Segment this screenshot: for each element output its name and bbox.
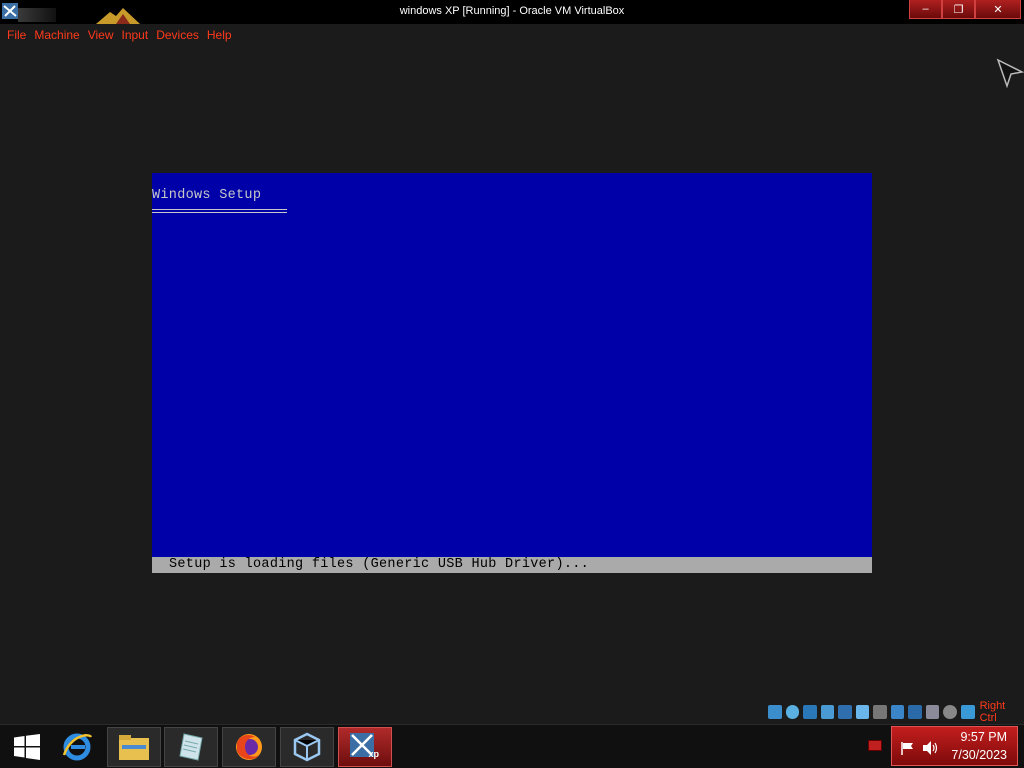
vm-xp-badge: XP bbox=[368, 749, 379, 759]
menu-view[interactable]: View bbox=[88, 28, 114, 42]
audio-icon[interactable] bbox=[803, 705, 817, 719]
taskbar-vm-windows-xp[interactable]: XP bbox=[338, 727, 392, 767]
setup-status-bar: Setup is loading files (Generic USB Hub … bbox=[152, 557, 872, 573]
mouse-integration-icon[interactable] bbox=[943, 705, 958, 719]
start-button[interactable] bbox=[0, 727, 54, 767]
menu-file[interactable]: File bbox=[7, 28, 26, 42]
clock-date: 7/30/2023 bbox=[951, 748, 1007, 762]
usb-icon[interactable] bbox=[838, 705, 852, 719]
network-icon[interactable] bbox=[820, 705, 835, 719]
taskbar-virtualbox[interactable] bbox=[280, 727, 334, 767]
notepad-icon bbox=[179, 733, 203, 761]
display-icon[interactable] bbox=[873, 705, 887, 719]
menu-devices[interactable]: Devices bbox=[156, 28, 199, 42]
firefox-icon bbox=[236, 734, 262, 760]
optical-drive-icon[interactable] bbox=[785, 705, 800, 719]
menu-bar: File Machine View Input Devices Help bbox=[0, 24, 1024, 46]
setup-title-underline bbox=[152, 209, 287, 213]
vbox-status-bar: Right Ctrl bbox=[768, 700, 1024, 724]
taskbar-file-explorer[interactable] bbox=[107, 727, 161, 767]
action-center-flag-icon[interactable] bbox=[900, 741, 914, 755]
vm-display[interactable]: Windows Setup Setup is loading files (Ge… bbox=[152, 173, 872, 573]
keyboard-icon[interactable] bbox=[961, 705, 975, 719]
mouse-pointer-icon bbox=[996, 58, 1024, 88]
recording-icon[interactable] bbox=[908, 705, 922, 719]
file-explorer-icon bbox=[119, 735, 149, 760]
setup-title: Windows Setup bbox=[152, 188, 262, 203]
menu-input[interactable]: Input bbox=[122, 28, 149, 42]
hard-disk-icon[interactable] bbox=[768, 705, 782, 719]
taskbar-notepad[interactable] bbox=[164, 727, 218, 767]
taskbar: XP 9:57 PM 7/30/2023 bbox=[0, 724, 1024, 768]
shared-folders-icon[interactable] bbox=[855, 705, 870, 719]
cpu-icon[interactable] bbox=[925, 705, 940, 719]
video-capture-icon[interactable] bbox=[890, 705, 905, 719]
menu-help[interactable]: Help bbox=[207, 28, 232, 42]
taskbar-firefox[interactable] bbox=[222, 727, 276, 767]
host-key-label: Right Ctrl bbox=[979, 700, 1006, 724]
taskbar-internet-explorer[interactable] bbox=[50, 727, 104, 767]
virtualbox-window: windows XP [Running] - Oracle VM Virtual… bbox=[0, 0, 1024, 768]
window-title: windows XP [Running] - Oracle VM Virtual… bbox=[399, 5, 625, 17]
menu-machine[interactable]: Machine bbox=[34, 28, 79, 42]
clock-time: 9:57 PM bbox=[960, 730, 1007, 744]
volume-icon[interactable] bbox=[922, 740, 940, 756]
minimize-button[interactable]: ‒ bbox=[909, 0, 942, 19]
maximize-button[interactable]: ❐ bbox=[942, 0, 975, 19]
setup-status-text: Setup is loading files (Generic USB Hub … bbox=[169, 557, 590, 572]
window-controls: ‒ ❐ ✕ bbox=[909, 0, 1021, 19]
close-button[interactable]: ✕ bbox=[975, 0, 1021, 19]
virtualbox-icon bbox=[293, 732, 321, 762]
internet-explorer-icon bbox=[62, 733, 93, 761]
tray-notification-icon[interactable] bbox=[868, 740, 882, 751]
start-icon bbox=[14, 734, 40, 760]
system-tray-clock[interactable]: 9:57 PM 7/30/2023 bbox=[891, 726, 1018, 766]
title-bar[interactable]: windows XP [Running] - Oracle VM Virtual… bbox=[0, 0, 1024, 24]
